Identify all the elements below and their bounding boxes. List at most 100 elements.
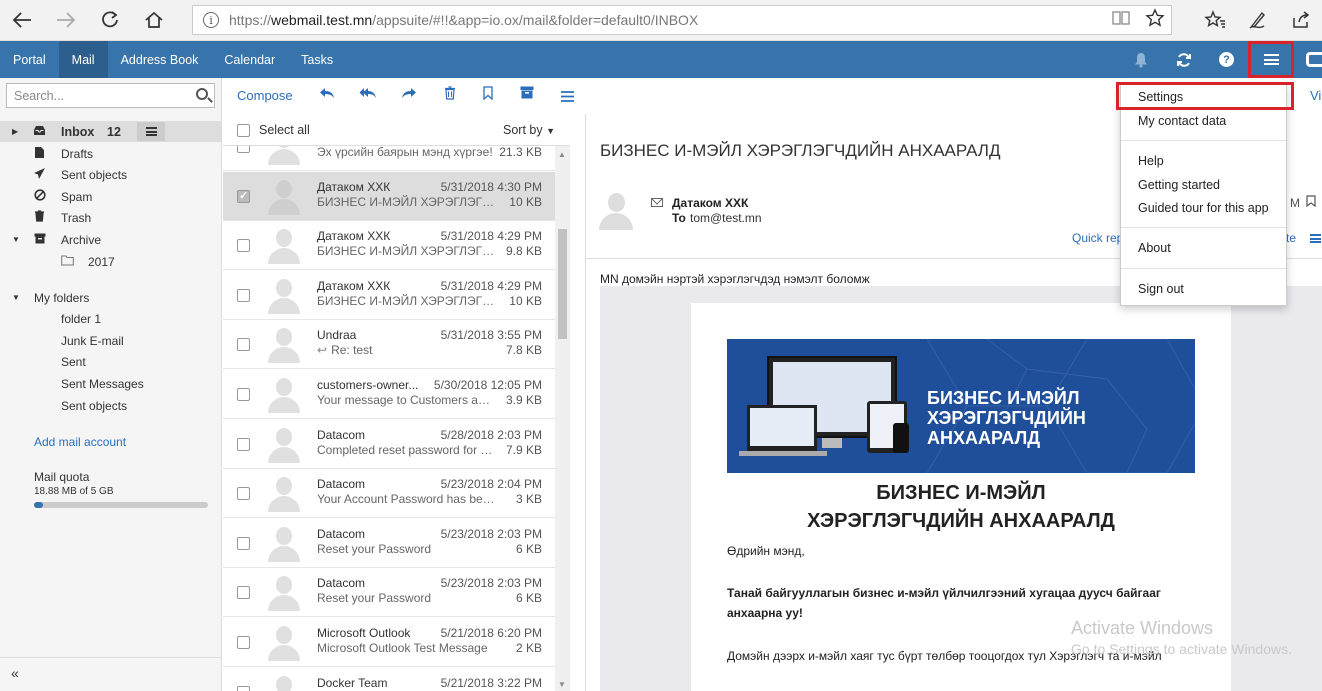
mail-list-item[interactable]: Datacom 5/28/2018 2:03 PM Completed reset … [223,420,555,469]
help-icon[interactable]: ? [1205,41,1248,78]
my-folders-section[interactable]: ▼ My folders [0,287,221,308]
menu-item-getting-started[interactable]: Getting started [1138,178,1220,192]
reply-all-icon[interactable] [359,86,377,104]
view-button[interactable]: Vi [1310,88,1321,103]
sort-by-dropdown[interactable]: Sort by ▼ [503,123,555,137]
folder-folder-1[interactable]: folder 1 [0,308,221,329]
menu-item-sign-out[interactable]: Sign out [1138,282,1184,296]
folder-options-button[interactable] [137,122,165,141]
mail-list-item[interactable]: Docker Team 5/21/2018 3:22 PM [223,668,555,691]
tab-calendar[interactable]: Calendar [211,41,288,78]
mail-select-checkbox[interactable] [237,288,250,302]
folder-inbox[interactable]: ▶ Inbox 12 [0,121,221,142]
favorites-hub-icon[interactable] [1193,0,1236,40]
folder-sent-objects-2[interactable]: Sent objects [0,395,221,416]
share-icon[interactable] [1279,0,1322,40]
pen-notes-icon[interactable] [1236,0,1279,40]
mail-select-checkbox[interactable] [237,338,250,352]
mail-sender: Datacom [317,427,366,442]
mail-list-item[interactable]: Datacom 5/23/2018 2:03 PM Reset your Passw… [223,519,555,568]
collapse-arrow-icon[interactable]: ▼ [12,293,20,302]
back-icon[interactable] [0,0,44,40]
main-menu-button[interactable] [1248,41,1294,78]
tab-tasks[interactable]: Tasks [288,41,346,78]
bookmark-flag-icon[interactable] [482,86,494,104]
info-icon[interactable]: i [203,12,219,28]
sender-name[interactable]: Датаком ХХК [672,196,748,210]
more-actions-icon[interactable] [561,89,574,106]
search-input[interactable]: Search... [6,83,215,108]
mail-select-checkbox[interactable] [237,146,250,153]
mail-list-scrollbar[interactable]: ▲ ▼ [555,146,570,691]
folder-trash[interactable]: Trash [0,207,221,228]
mail-select-checkbox[interactable] [237,586,250,600]
home-icon[interactable] [132,0,176,40]
folder-sent[interactable]: Sent [0,351,221,372]
mail-list-item[interactable]: Undraa 5/31/2018 3:55 PM ↩ Re: test 7.8 KB [223,320,555,370]
select-all-label[interactable]: Select all [259,123,310,137]
notifications-bell-icon[interactable] [1119,41,1162,78]
menu-item-guided-tour[interactable]: Guided tour for this app [1138,201,1269,215]
refresh-icon[interactable] [88,0,132,40]
mail-select-checkbox[interactable] [237,437,250,451]
mail-sender: Датаком ХХК [317,278,391,293]
expand-arrow-icon[interactable]: ▶ [12,127,18,136]
mail-date: 5/31/2018 4:30 PM [440,179,542,194]
mail-select-checkbox[interactable] [237,636,250,649]
mail-subject-text: Microsoft Outlook Test Message [317,641,488,655]
forward-icon[interactable] [44,0,88,40]
scroll-up-arrow-icon[interactable]: ▲ [558,150,566,159]
delete-icon[interactable] [444,86,456,104]
mail-list-item[interactable]: Датаком ХХК 5/31/2018 4:30 PMБИЗНЕС И-МЭЙ… [223,171,555,221]
menu-item-about[interactable]: About [1138,241,1171,255]
mail-select-checkbox[interactable] [237,189,250,203]
folder-spam[interactable]: Spam [0,186,221,207]
tab-portal[interactable]: Portal [0,41,59,78]
tab-mail[interactable]: Mail [58,41,108,78]
refresh-app-icon[interactable] [1162,41,1205,78]
archive-icon[interactable] [520,86,534,103]
add-mail-account-link[interactable]: Add mail account [0,431,221,452]
mail-list-item[interactable]: Datacom 5/23/2018 2:04 PM Your Account Pas… [223,469,555,519]
menu-item-my-contact-data[interactable]: My contact data [1138,114,1226,128]
folder-sent-messages[interactable]: Sent Messages [0,373,221,394]
mail-list-item[interactable]: customers-owner... 5/30/2018 12:05 PM Your… [223,370,555,419]
email-heading: БИЗНЕС И-МЭЙЛ ХЭРЭГЛЭГЧДИЙН АНХААРАЛД [691,479,1231,535]
mail-select-checkbox[interactable] [237,536,250,550]
search-icon[interactable] [196,88,208,100]
mail-list-item[interactable]: Microsoft Outlook 5/21/2018 6:20 PM Micros… [223,618,555,667]
forward-mail-icon[interactable] [401,86,417,104]
mail-date: 5/31/2018 4:29 PM [440,229,542,244]
message-subject: БИЗНЕС И-МЭЙЛ ХЭРЭГЛЭГЧДИЙН АНХААРАЛД [600,141,1001,160]
reading-view-icon[interactable] [1111,8,1131,33]
favorite-star-icon[interactable] [1145,8,1165,33]
mail-select-checkbox[interactable] [237,685,250,691]
scrollbar-thumb[interactable] [558,229,567,339]
bookmark-fragment-icon[interactable] [1306,195,1316,210]
address-bar[interactable]: i https://webmail.test.mn/appsuite/#!!&a… [192,5,1172,35]
mail-select-checkbox[interactable] [237,487,250,501]
reply-icon[interactable] [319,86,335,104]
mail-list-item[interactable]: Датаком ХХК 5/31/2018 4:29 PM БИЗНЕС И-МЭЙ… [223,271,555,320]
quick-reply-link[interactable]: Quick rep [1072,231,1123,245]
mail-select-checkbox[interactable] [237,239,250,253]
scroll-down-arrow-icon[interactable]: ▼ [558,680,566,689]
message-menu-icon[interactable] [1310,234,1321,243]
select-all-checkbox[interactable] [237,124,250,137]
folder-junk-email[interactable]: Junk E-mail [0,330,221,351]
tab-address-book[interactable]: Address Book [108,41,212,78]
folder-sent-objects[interactable]: Sent objects [0,164,221,185]
folder-archive[interactable]: ▼ Archive [0,229,221,250]
recipient-address[interactable]: tom@test.mn [690,211,762,225]
mail-list-item[interactable]: Датаком ХХК 5/31/2018 4:29 PM БИЗНЕС И-МЭЙ… [223,221,555,271]
mail-list-item[interactable]: Datacom 5/23/2018 2:03 PM Reset your Passw… [223,568,555,618]
mail-select-checkbox[interactable] [237,388,250,401]
folder-drafts[interactable]: Drafts [0,143,221,164]
collapse-sidebar-button[interactable]: « [11,665,19,681]
collapse-arrow-icon[interactable]: ▼ [12,235,20,244]
compose-button[interactable]: Compose [237,88,293,103]
folder-archive-2017[interactable]: 2017 [0,251,221,272]
mail-list-item[interactable]: Эх үрсийн баярын мэнд хүргэе! 21.3 KB [223,146,555,171]
menu-item-help[interactable]: Help [1138,154,1164,168]
delete-link-fragment[interactable]: te [1286,231,1296,245]
